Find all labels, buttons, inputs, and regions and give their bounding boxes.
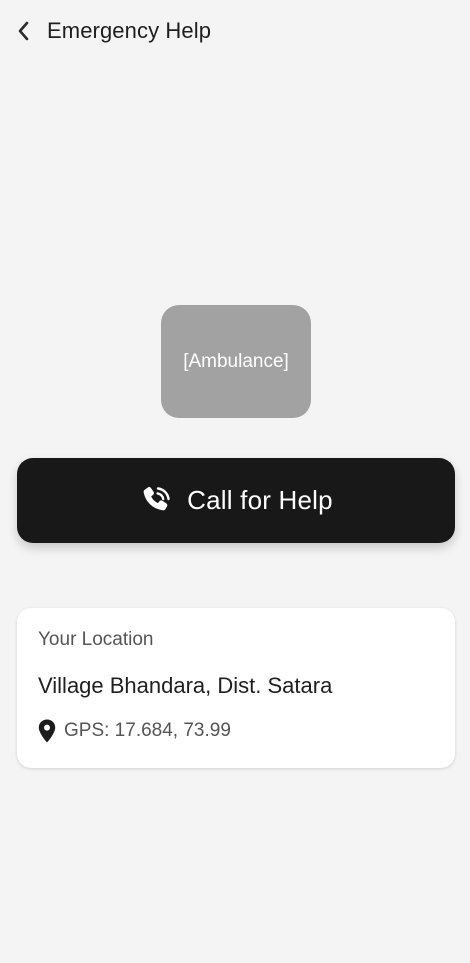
- location-label: Your Location: [38, 629, 154, 650]
- map-pin-icon: [36, 718, 58, 744]
- chevron-left-icon: [18, 21, 29, 41]
- location-address: Village Bhandara, Dist. Satara: [38, 673, 333, 698]
- gps-row: GPS: 17.684, 73.99: [36, 718, 231, 744]
- ambulance-placeholder-label: [Ambulance]: [183, 350, 289, 372]
- back-button[interactable]: [10, 16, 38, 46]
- location-card: Your Location Village Bhandara, Dist. Sa…: [17, 608, 455, 768]
- gps-coordinates: GPS: 17.684, 73.99: [64, 720, 231, 741]
- phone-ringing-icon: [139, 484, 173, 518]
- app-header: Emergency Help: [0, 0, 470, 62]
- call-for-help-button[interactable]: Call for Help: [17, 458, 455, 543]
- page-title: Emergency Help: [47, 18, 212, 43]
- call-for-help-label: Call for Help: [187, 485, 333, 515]
- ambulance-image-placeholder: [Ambulance]: [161, 305, 311, 418]
